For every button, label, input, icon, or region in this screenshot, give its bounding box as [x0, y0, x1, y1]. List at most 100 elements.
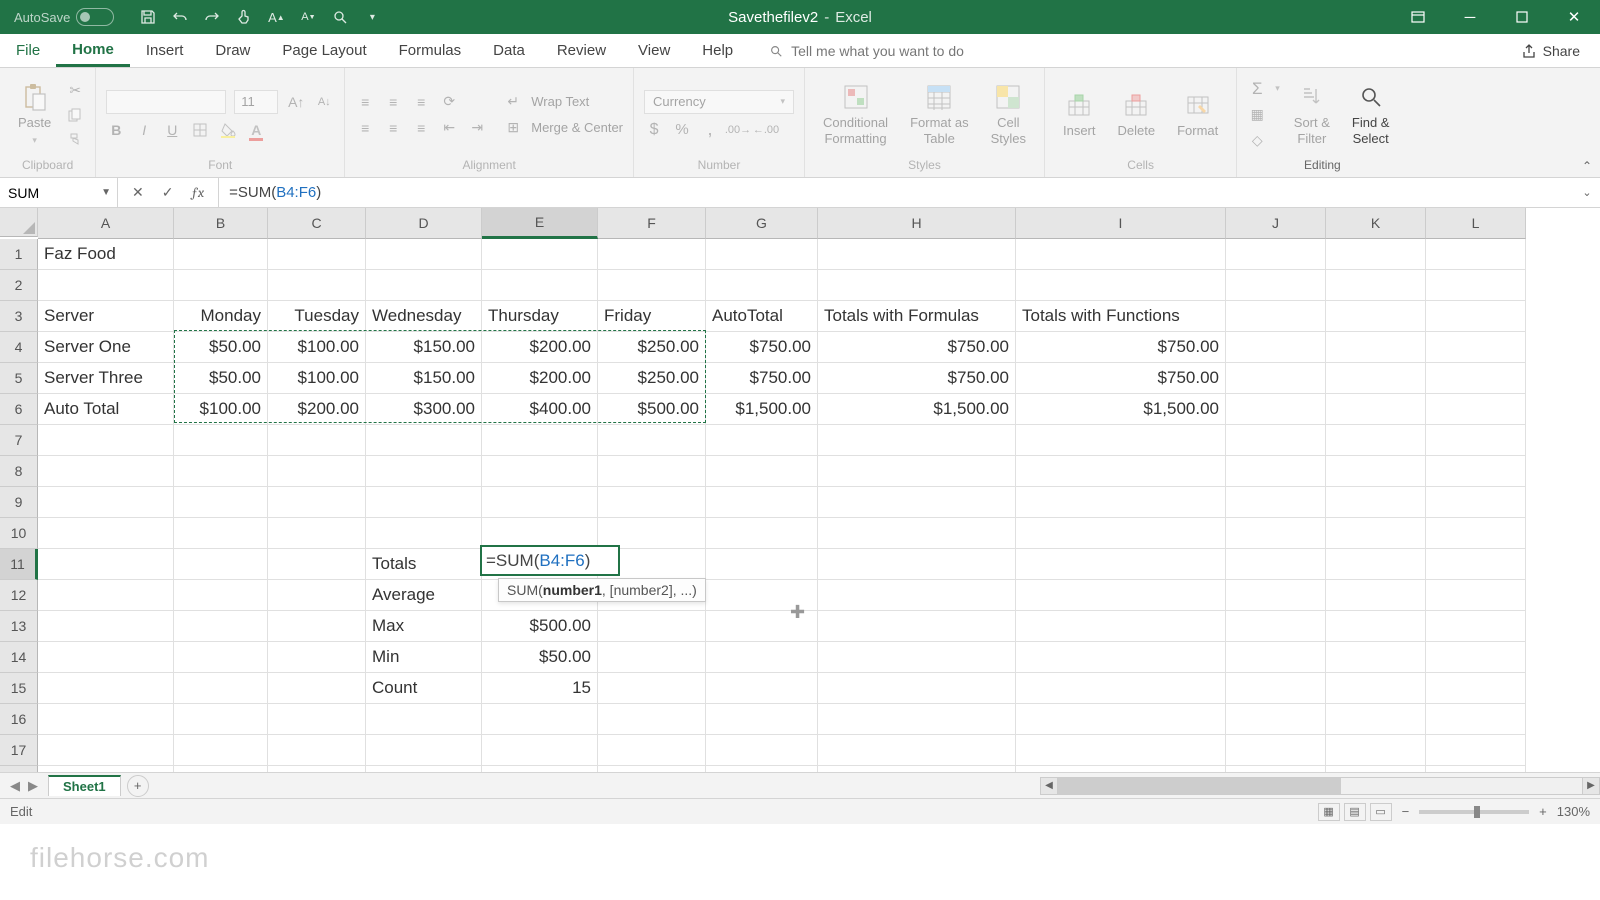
font-size-picker[interactable]: 11: [234, 90, 278, 114]
cell[interactable]: [818, 549, 1016, 580]
cancel-formula-icon[interactable]: ✕: [132, 184, 144, 201]
cell[interactable]: [366, 487, 482, 518]
cell[interactable]: [818, 673, 1016, 704]
expand-formula-bar-icon[interactable]: ⌄: [1574, 186, 1600, 199]
cell[interactable]: [1326, 642, 1426, 673]
cell[interactable]: [598, 611, 706, 642]
percent-icon[interactable]: %: [672, 120, 692, 140]
delete-cells-button[interactable]: Delete: [1110, 87, 1164, 143]
cell[interactable]: [1226, 642, 1326, 673]
border-icon[interactable]: [190, 120, 210, 140]
cell[interactable]: [1426, 673, 1526, 704]
cell[interactable]: [1226, 673, 1326, 704]
cell[interactable]: [818, 611, 1016, 642]
cell[interactable]: [174, 549, 268, 580]
autosave-control[interactable]: AutoSave: [0, 8, 128, 26]
enter-formula-icon[interactable]: ✓: [162, 184, 174, 201]
font-family-picker[interactable]: [106, 90, 226, 114]
sort-filter-button[interactable]: Sort & Filter: [1286, 79, 1338, 150]
share-button[interactable]: Share: [1501, 34, 1600, 67]
zoom-in-button[interactable]: +: [1539, 804, 1547, 819]
cell[interactable]: [1326, 456, 1426, 487]
cell[interactable]: Server: [38, 301, 174, 332]
cell[interactable]: [38, 270, 174, 301]
format-cells-button[interactable]: Format: [1169, 87, 1226, 143]
cell[interactable]: Average: [366, 580, 482, 611]
row-header[interactable]: 14: [0, 642, 38, 673]
tab-home[interactable]: Home: [56, 34, 130, 67]
cell[interactable]: Server Three: [38, 363, 174, 394]
col-header-a[interactable]: A: [38, 208, 174, 239]
cell[interactable]: [1426, 425, 1526, 456]
tab-formulas[interactable]: Formulas: [383, 34, 478, 67]
cell[interactable]: [818, 642, 1016, 673]
minimize-button[interactable]: ─: [1444, 0, 1496, 34]
cell[interactable]: [174, 425, 268, 456]
sheet-next-icon[interactable]: ▶: [28, 778, 38, 794]
cell[interactable]: [818, 239, 1016, 270]
cell[interactable]: [268, 766, 366, 772]
cell[interactable]: [366, 425, 482, 456]
cell[interactable]: Max: [366, 611, 482, 642]
comma-icon[interactable]: ,: [700, 120, 720, 140]
cut-icon[interactable]: ✂: [65, 81, 85, 101]
cell[interactable]: $200.00: [482, 332, 598, 363]
cell[interactable]: [268, 611, 366, 642]
row-header[interactable]: 15: [0, 673, 38, 704]
name-box[interactable]: ▼: [0, 178, 118, 207]
cell[interactable]: [1226, 735, 1326, 766]
col-header-c[interactable]: C: [268, 208, 366, 239]
cell[interactable]: $1,500.00: [1016, 394, 1226, 425]
cell[interactable]: $150.00: [366, 332, 482, 363]
zoom-out-button[interactable]: −: [1402, 804, 1410, 819]
cell[interactable]: [174, 611, 268, 642]
cell[interactable]: [1016, 239, 1226, 270]
scroll-thumb[interactable]: [1058, 778, 1341, 794]
cell[interactable]: [38, 580, 174, 611]
cell[interactable]: [818, 425, 1016, 456]
row-header[interactable]: 17: [0, 735, 38, 766]
cell[interactable]: $1,500.00: [818, 394, 1016, 425]
increase-decimal-icon[interactable]: .00→: [728, 120, 748, 140]
cell[interactable]: [174, 673, 268, 704]
row-header[interactable]: 6: [0, 394, 38, 425]
cell[interactable]: [1016, 518, 1226, 549]
cell[interactable]: [598, 642, 706, 673]
font-grow-icon[interactable]: A▲: [268, 9, 284, 25]
cell[interactable]: Totals: [366, 549, 482, 580]
tab-review[interactable]: Review: [541, 34, 622, 67]
cell[interactable]: [366, 456, 482, 487]
cell[interactable]: [1016, 766, 1226, 772]
ribbon-display-icon[interactable]: [1392, 0, 1444, 34]
cell[interactable]: [818, 456, 1016, 487]
row-header[interactable]: 8: [0, 456, 38, 487]
cell[interactable]: [706, 518, 818, 549]
cell[interactable]: [1426, 332, 1526, 363]
col-header-h[interactable]: H: [818, 208, 1016, 239]
decrease-decimal-icon[interactable]: ←.00: [756, 120, 776, 140]
cell[interactable]: [598, 704, 706, 735]
cell[interactable]: [366, 239, 482, 270]
cell[interactable]: [38, 642, 174, 673]
cell[interactable]: [1426, 301, 1526, 332]
cell[interactable]: [38, 766, 174, 772]
cell[interactable]: [598, 673, 706, 704]
cell[interactable]: [818, 735, 1016, 766]
cell[interactable]: [706, 425, 818, 456]
cell[interactable]: Thursday: [482, 301, 598, 332]
cell[interactable]: [1016, 735, 1226, 766]
font-shrink-icon[interactable]: A▼: [300, 9, 316, 25]
cell[interactable]: [1226, 580, 1326, 611]
cell[interactable]: Friday: [598, 301, 706, 332]
cell[interactable]: $50.00: [482, 642, 598, 673]
cell[interactable]: [268, 518, 366, 549]
col-header-g[interactable]: G: [706, 208, 818, 239]
cell[interactable]: [482, 704, 598, 735]
cell[interactable]: [1226, 363, 1326, 394]
bold-icon[interactable]: B: [106, 120, 126, 140]
tell-me-search[interactable]: Tell me what you want to do: [749, 34, 964, 67]
tab-data[interactable]: Data: [477, 34, 541, 67]
cell[interactable]: [706, 487, 818, 518]
sheet-prev-icon[interactable]: ◀: [10, 778, 20, 794]
cell[interactable]: [268, 580, 366, 611]
